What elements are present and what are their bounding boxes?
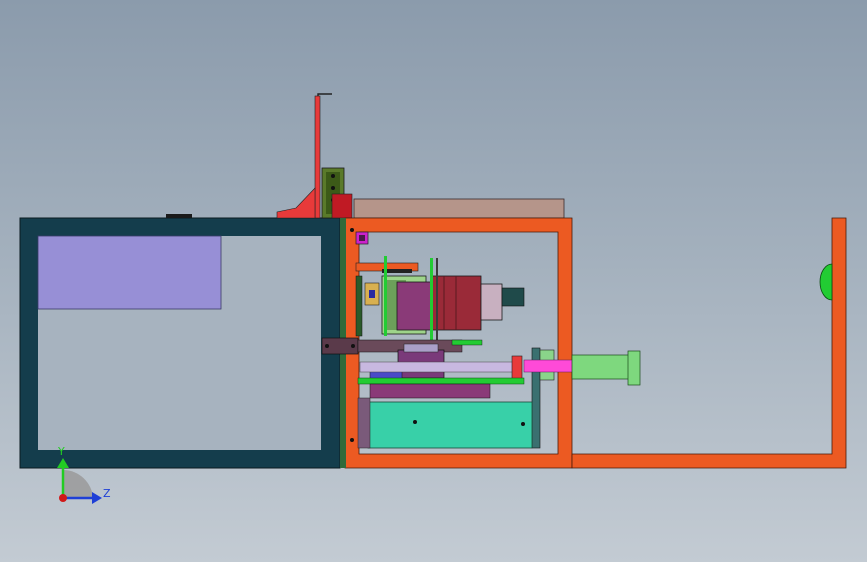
base-bolt-1 bbox=[413, 420, 417, 424]
cad-drawing[interactable]: Y Z bbox=[0, 0, 867, 562]
base-bolt-2 bbox=[521, 422, 525, 426]
triad-origin bbox=[59, 494, 67, 502]
cad-viewport[interactable]: Y Z bbox=[0, 0, 867, 562]
motor-end-cap[interactable] bbox=[480, 283, 503, 321]
cylinder-end-cap[interactable] bbox=[627, 350, 641, 386]
base-block-left-plate bbox=[357, 397, 371, 449]
left-frame-top-tab bbox=[166, 214, 192, 218]
green-dome-stop[interactable] bbox=[819, 263, 833, 301]
base-block[interactable] bbox=[367, 401, 533, 449]
clamp-bolt-1 bbox=[331, 174, 335, 178]
post-top-hook bbox=[317, 93, 332, 96]
rail-plate[interactable] bbox=[357, 377, 525, 385]
sensor-core bbox=[359, 235, 365, 241]
left-panel[interactable] bbox=[37, 235, 222, 310]
guide-rod-left[interactable] bbox=[384, 256, 387, 336]
frame-bolt-1 bbox=[350, 228, 354, 232]
red-bracket-assembly[interactable] bbox=[276, 93, 353, 219]
left-frame-assembly[interactable] bbox=[19, 214, 341, 469]
y-axis-label: Y bbox=[57, 445, 65, 458]
top-plate[interactable] bbox=[353, 198, 565, 219]
cylinder-barrel[interactable] bbox=[571, 354, 631, 380]
triad-arc bbox=[63, 469, 93, 498]
gusset-plate[interactable] bbox=[276, 187, 316, 219]
motor-body-front[interactable] bbox=[396, 281, 432, 331]
tube-end-cap[interactable] bbox=[511, 355, 523, 381]
cross-bar-bolt-1 bbox=[325, 344, 329, 348]
orange-base-extension[interactable] bbox=[571, 217, 847, 469]
carriage-top bbox=[403, 343, 439, 353]
vertical-post[interactable] bbox=[314, 95, 321, 219]
guide-rod-right[interactable] bbox=[430, 258, 433, 348]
guide-rod-dark bbox=[436, 258, 438, 346]
linear-tube[interactable] bbox=[359, 361, 521, 373]
red-block[interactable] bbox=[331, 193, 353, 219]
z-axis-arrow bbox=[92, 492, 102, 504]
z-axis-label: Z bbox=[103, 487, 111, 500]
frame-bolt-2 bbox=[350, 438, 354, 442]
clamp-bolt-2 bbox=[331, 186, 335, 190]
motor-shaft[interactable] bbox=[501, 287, 525, 307]
green-flat-bar[interactable] bbox=[451, 339, 483, 346]
left-sub-plate[interactable] bbox=[355, 275, 363, 337]
small-bracket-hole bbox=[369, 290, 375, 298]
pneumatic-cylinder[interactable] bbox=[523, 349, 641, 386]
cross-bar-bolt-2 bbox=[351, 344, 355, 348]
lower-wedge[interactable] bbox=[369, 383, 491, 399]
